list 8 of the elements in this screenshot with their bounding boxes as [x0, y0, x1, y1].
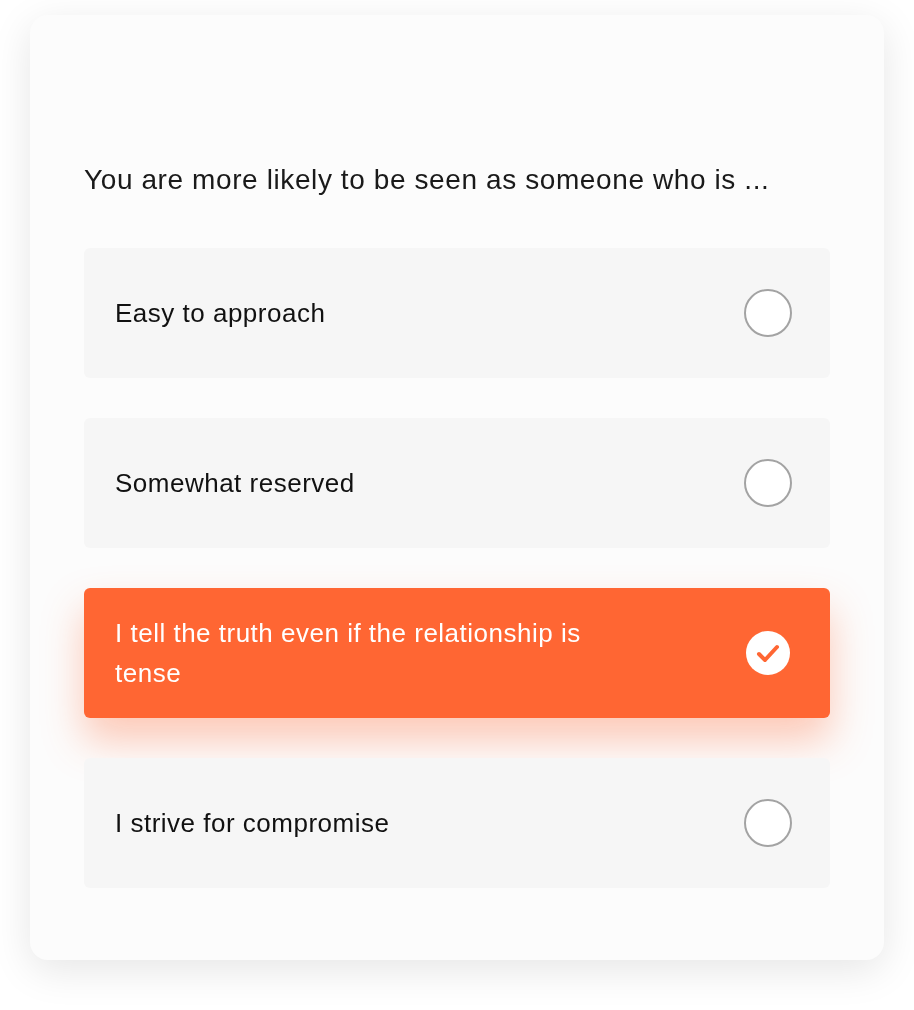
answer-option[interactable]: Somewhat reserved — [84, 418, 830, 548]
radio-circle-icon — [744, 459, 792, 507]
radio-circle-icon — [744, 289, 792, 337]
question-text: You are more likely to be seen as someone who is ... — [84, 163, 771, 197]
check-circle-icon — [744, 629, 792, 677]
answer-option[interactable]: Easy to approach — [84, 248, 830, 378]
answer-option[interactable]: I strive for compromise — [84, 758, 830, 888]
radio-circle-icon — [744, 799, 792, 847]
